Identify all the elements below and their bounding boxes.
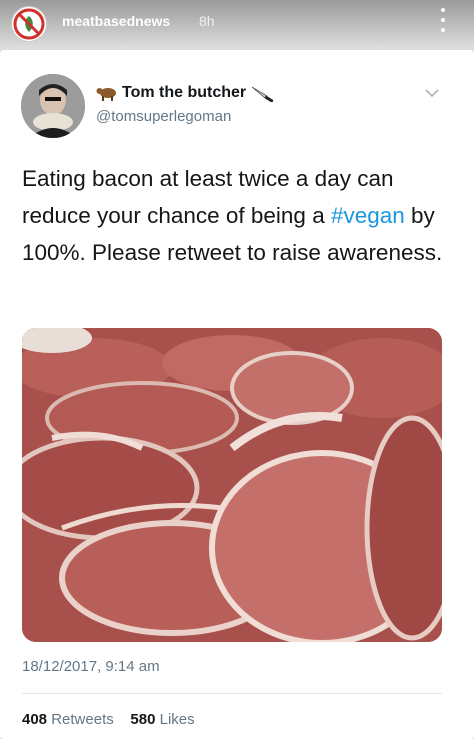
cow-icon bbox=[96, 88, 116, 101]
likes-link[interactable]: 580 Likes bbox=[130, 711, 194, 728]
more-vertical-icon[interactable] bbox=[436, 6, 450, 34]
raw-pork-chops-photo[interactable] bbox=[22, 328, 442, 642]
tweet-avatar[interactable] bbox=[21, 74, 85, 138]
retweets-label: Retweets bbox=[51, 711, 114, 728]
handle[interactable]: @tomsuperlegoman bbox=[96, 108, 231, 125]
tweet-text: Eating bacon at least twice a day can re… bbox=[22, 160, 462, 271]
story-time: 8h bbox=[199, 13, 215, 29]
tweet-stats: 408 Retweets 580 Likes bbox=[22, 711, 195, 728]
chevron-down-icon[interactable] bbox=[424, 88, 440, 98]
display-name: Tom the butcher bbox=[122, 84, 247, 101]
hashtag-link[interactable]: #vegan bbox=[331, 203, 405, 228]
divider bbox=[22, 693, 442, 694]
story-username[interactable]: meatbasednews bbox=[62, 13, 170, 29]
no-vegan-icon bbox=[13, 8, 45, 40]
story-avatar[interactable] bbox=[11, 6, 47, 42]
tweet-author-name-row[interactable]: Tom the butcher bbox=[96, 84, 276, 102]
likes-count: 580 bbox=[130, 711, 156, 728]
retweets-count: 408 bbox=[22, 711, 48, 728]
knife-icon bbox=[251, 86, 274, 102]
retweets-link[interactable]: 408 Retweets bbox=[22, 711, 114, 728]
tweet-timestamp[interactable]: 18/12/2017, 9:14 am bbox=[22, 658, 160, 675]
likes-label: Likes bbox=[159, 711, 195, 728]
